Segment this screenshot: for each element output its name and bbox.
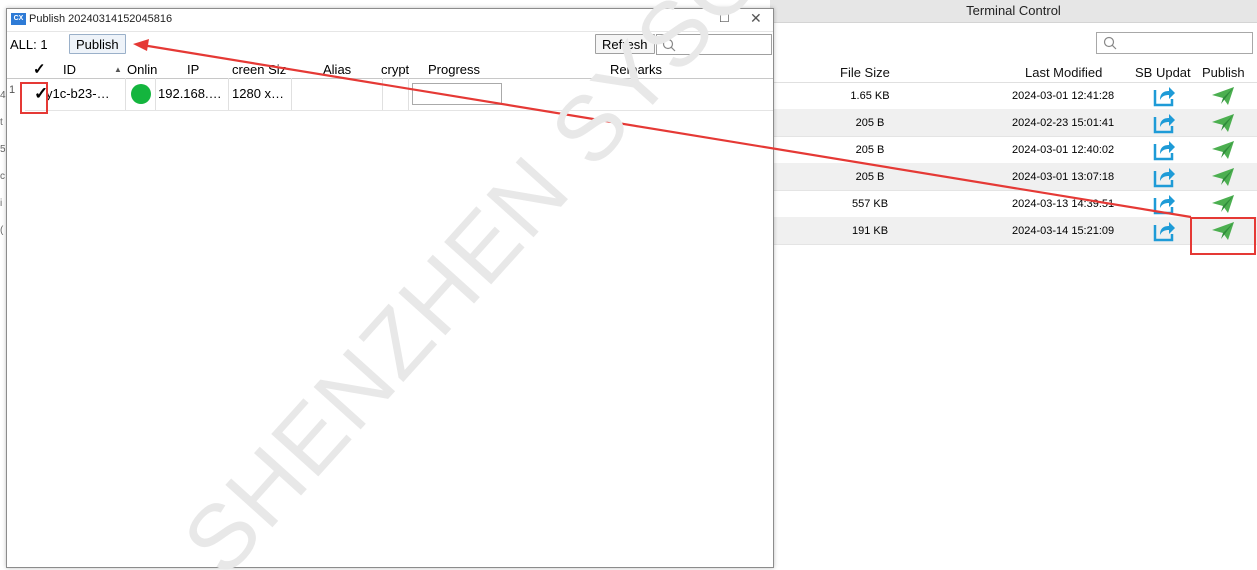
dialog-title: Publish 20240314152045816 (29, 13, 173, 25)
column-encrypt[interactable]: crypt (381, 62, 409, 77)
row-ip: 192.168.… (158, 86, 222, 101)
publish-send-icon[interactable] (1211, 86, 1235, 106)
dialog-search-input[interactable] (656, 34, 772, 55)
checkbox-highlight-box (20, 82, 48, 114)
file-size: 205 B (855, 171, 885, 183)
publish-send-icon[interactable] (1211, 167, 1235, 187)
sb-update-icon[interactable] (1152, 193, 1176, 215)
file-size: 1.65 KB (850, 90, 890, 102)
select-all-checkbox[interactable]: ✓ (33, 60, 46, 78)
column-sb-update[interactable]: SB Updat (1135, 65, 1191, 80)
file-row[interactable]: 557 KB 2024-03-13 14:39:51 (770, 190, 1257, 218)
file-modified: 2024-02-23 15:01:41 (1012, 117, 1115, 129)
column-divider (125, 78, 126, 110)
file-modified: 2024-03-01 13:07:18 (1012, 171, 1115, 183)
column-ip[interactable]: IP (187, 62, 199, 77)
sb-update-icon[interactable] (1152, 139, 1176, 161)
search-icon (1103, 36, 1117, 50)
terminal-search-input[interactable] (1096, 32, 1253, 54)
file-modified: 2024-03-14 15:21:09 (1012, 225, 1115, 237)
publish-send-icon[interactable] (1211, 140, 1235, 160)
dialog-titlebar: CX Publish 20240314152045816 ☐ ✕ (7, 9, 773, 32)
terminal-table-header: ✓ ID ▲ Onlin IP creen Siz Alias crypt Pr… (7, 61, 773, 79)
file-row[interactable]: 205 B 2024-03-01 13:07:18 (770, 163, 1257, 191)
sb-update-icon[interactable] (1152, 112, 1176, 134)
close-button[interactable]: ✕ (750, 10, 762, 27)
column-divider (155, 78, 156, 110)
sort-ascending-icon: ▲ (114, 65, 122, 74)
column-divider (382, 78, 383, 110)
file-row[interactable]: 1.65 KB 2024-03-01 12:41:28 (770, 82, 1257, 110)
refresh-button[interactable]: Refresh (595, 34, 655, 54)
sb-update-icon[interactable] (1152, 85, 1176, 107)
column-file-size[interactable]: File Size (840, 65, 890, 80)
publish-dialog: CX Publish 20240314152045816 ☐ ✕ ALL: 1 … (6, 8, 774, 568)
publish-icon-highlight-box (1190, 217, 1256, 255)
file-modified: 2024-03-01 12:41:28 (1012, 90, 1115, 102)
file-size: 191 KB (851, 225, 889, 237)
sb-update-icon[interactable] (1152, 166, 1176, 188)
search-icon (662, 38, 676, 52)
file-row[interactable]: 191 KB 2024-03-14 15:21:09 (770, 217, 1257, 245)
publish-send-icon[interactable] (1211, 113, 1235, 133)
column-online[interactable]: Onlin (127, 62, 157, 77)
column-publish[interactable]: Publish (1202, 65, 1245, 80)
all-count-label: ALL: 1 (10, 37, 48, 52)
publish-button[interactable]: Publish (69, 34, 126, 54)
column-last-modified[interactable]: Last Modified (1025, 65, 1102, 80)
app-icon: CX (11, 13, 26, 25)
publish-send-icon[interactable] (1211, 194, 1235, 214)
file-row[interactable]: 205 B 2024-02-23 15:01:41 (770, 109, 1257, 137)
file-size: 557 KB (851, 198, 889, 210)
table-row[interactable]: ✓ y1c-b23-… 192.168.… 1280 x… (25, 78, 773, 111)
file-table-header: File Size Last Modified SB Updat Publish (770, 62, 1257, 83)
file-size: 205 B (855, 144, 885, 156)
sb-update-icon[interactable] (1152, 220, 1176, 242)
dialog-toolbar: ALL: 1 Publish Refresh (7, 32, 773, 56)
file-modified: 2024-03-01 12:40:02 (1012, 144, 1115, 156)
maximize-button[interactable]: ☐ (719, 11, 730, 25)
column-divider (291, 78, 292, 110)
terminal-control-title: Terminal Control (770, 0, 1257, 23)
column-progress[interactable]: Progress (428, 62, 480, 77)
file-modified: 2024-03-13 14:39:51 (1012, 198, 1115, 210)
column-screen-size[interactable]: creen Siz (232, 62, 292, 77)
file-row[interactable]: 205 B 2024-03-01 12:40:02 (770, 136, 1257, 164)
column-remarks[interactable]: Remarks (610, 62, 662, 77)
file-size: 205 B (855, 117, 885, 129)
row-index: 1 (9, 84, 16, 96)
online-status-icon (131, 84, 151, 104)
row-id: y1c-b23-… (46, 86, 110, 101)
column-alias[interactable]: Alias (323, 62, 351, 77)
row-progress-bar (412, 83, 502, 105)
column-divider (408, 78, 409, 110)
row-screen-size: 1280 x… (232, 86, 285, 101)
column-divider (228, 78, 229, 110)
column-id[interactable]: ID (63, 62, 76, 77)
